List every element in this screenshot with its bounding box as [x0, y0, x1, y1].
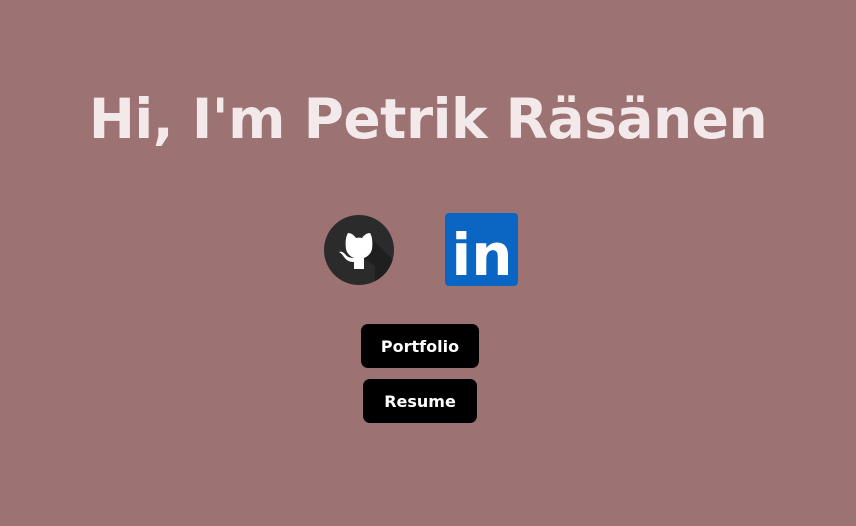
github-icon [324, 215, 394, 285]
github-link[interactable] [323, 214, 395, 286]
linkedin-logo-text: in [451, 221, 512, 286]
portfolio-button[interactable]: Portfolio [361, 324, 479, 368]
resume-button[interactable]: Resume [363, 379, 477, 423]
linkedin-icon: in [445, 213, 518, 286]
page-title: Hi, I'm Petrik Räsänen [88, 87, 768, 151]
linkedin-link[interactable]: in [445, 213, 518, 286]
